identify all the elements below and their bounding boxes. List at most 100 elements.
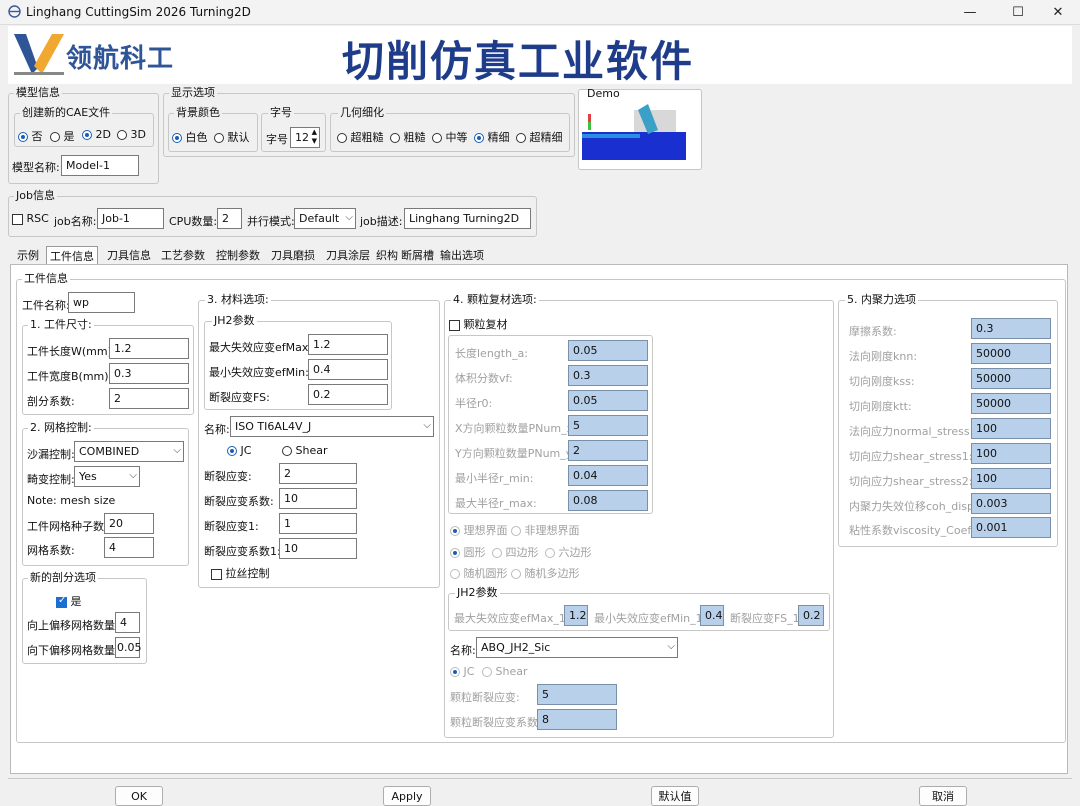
efmax-input[interactable]: 1.2: [308, 334, 388, 355]
workpiece-info-label: 工件信息: [22, 272, 70, 285]
length-input[interactable]: 1.2: [109, 338, 189, 359]
mesh-seed-input[interactable]: 20: [104, 513, 154, 534]
material-name-select[interactable]: ISO TI6AL4V_J ⌵: [230, 416, 434, 437]
logo-text: 领航科工: [66, 44, 175, 74]
workpiece-size-label: 1. 工件尺寸:: [28, 318, 94, 331]
kss-input[interactable]: 50000: [971, 368, 1051, 389]
random-polygon-radio[interactable]: 随机多边形: [511, 565, 580, 581]
job-desc-input[interactable]: Linghang Turning2D: [404, 208, 531, 229]
pnum-y-input[interactable]: 2: [568, 440, 648, 461]
iface-ideal-radio[interactable]: 理想界面: [450, 522, 508, 538]
random-circle-radio[interactable]: 随机圆形: [450, 565, 508, 581]
apply-button[interactable]: Apply: [383, 786, 431, 806]
radio-icon: [482, 667, 492, 677]
ktt-input[interactable]: 50000: [971, 393, 1051, 414]
fracture-strain1-input[interactable]: 1: [279, 513, 357, 534]
tab-output[interactable]: 输出选项: [437, 246, 487, 264]
shear-stress1-input[interactable]: 100: [971, 443, 1051, 464]
tab-tool-coating[interactable]: 刀具涂层: [323, 246, 373, 264]
particle-model-shear[interactable]: Shear: [482, 665, 528, 678]
geom-option-very-fine[interactable]: 超精细: [516, 129, 563, 145]
shape-hex-radio[interactable]: 六边形: [545, 544, 592, 560]
fracture-strain-coef-input[interactable]: 10: [279, 488, 357, 509]
fs-input[interactable]: 0.2: [308, 384, 388, 405]
cae-option-2d[interactable]: 2D: [82, 128, 111, 141]
checkbox-icon: [56, 595, 67, 608]
spin-arrows-icon[interactable]: ▲ ▼: [312, 128, 317, 146]
wire-control-checkbox[interactable]: 拉丝控制: [211, 565, 270, 581]
particle-fracture-coef-input[interactable]: 8: [537, 709, 617, 730]
material-model-shear[interactable]: Shear: [282, 444, 328, 457]
close-button[interactable]: ✕: [1036, 0, 1080, 24]
model-name-input[interactable]: Model-1: [61, 155, 139, 176]
tab-workpiece[interactable]: 工件信息: [46, 246, 98, 265]
coh-disp-input[interactable]: 0.003: [971, 493, 1051, 514]
geom-option-fine[interactable]: 精细: [474, 129, 510, 145]
cae-option-no[interactable]: 否: [18, 128, 43, 144]
hourglass-select[interactable]: COMBINED ⌵: [74, 441, 184, 462]
r-max-input[interactable]: 0.08: [568, 490, 648, 511]
fs1-input[interactable]: 0.2: [798, 605, 824, 626]
particle-composite-checkbox[interactable]: 颗粒复材: [449, 316, 508, 332]
tab-texture[interactable]: 织构: [373, 246, 401, 264]
knn-input[interactable]: 50000: [971, 343, 1051, 364]
bg-option-white[interactable]: 白色: [172, 129, 208, 145]
geom-option-very-coarse[interactable]: 超粗糙: [337, 129, 384, 145]
geom-option-coarse[interactable]: 粗糙: [390, 129, 426, 145]
division-coef-input[interactable]: 2: [109, 388, 189, 409]
cpu-count-input[interactable]: 2: [217, 208, 242, 229]
tab-control[interactable]: 控制参数: [213, 246, 263, 264]
demo-preview-image: [582, 104, 686, 160]
width-input[interactable]: 0.3: [109, 363, 189, 384]
fracture-strain-coef1-input[interactable]: 10: [279, 538, 357, 559]
particle-name-label: 名称:: [450, 644, 476, 657]
mesh-coef-input[interactable]: 4: [104, 537, 154, 558]
banner-title: 切削仿真工业软件: [342, 37, 695, 86]
efmin1-input[interactable]: 0.4: [700, 605, 724, 626]
rsc-checkbox[interactable]: RSC: [12, 212, 49, 225]
geom-option-medium[interactable]: 中等: [432, 129, 468, 145]
cancel-button[interactable]: 取消: [919, 786, 967, 806]
offset-down-input[interactable]: 0.05: [115, 637, 142, 658]
bg-option-default[interactable]: 默认: [214, 129, 250, 145]
cae-option-yes[interactable]: 是: [50, 128, 75, 144]
minimize-button[interactable]: —: [948, 0, 992, 24]
ok-button[interactable]: OK: [115, 786, 163, 806]
shape-circle-radio[interactable]: 圆形: [450, 544, 486, 560]
particle-fracture-input[interactable]: 5: [537, 684, 617, 705]
tab-tool-wear[interactable]: 刀具磨损: [268, 246, 318, 264]
tab-example[interactable]: 示例: [14, 246, 42, 264]
default-button[interactable]: 默认值: [651, 786, 699, 806]
shear-stress2-input[interactable]: 100: [971, 468, 1051, 489]
vf-input[interactable]: 0.3: [568, 365, 648, 386]
normal-stress-input[interactable]: 100: [971, 418, 1051, 439]
cae-option-3d[interactable]: 3D: [117, 128, 146, 141]
tab-tool[interactable]: 刀具信息: [104, 246, 154, 264]
distortion-select[interactable]: Yes ⌵: [74, 466, 140, 487]
efmin-input[interactable]: 0.4: [308, 359, 388, 380]
radius-r0-input[interactable]: 0.05: [568, 390, 648, 411]
font-size-spinbox[interactable]: 12 ▲ ▼: [290, 127, 320, 148]
workpiece-name-input[interactable]: wp: [68, 292, 135, 313]
fracture-strain-coef1-label: 断裂应变系数1:: [204, 545, 281, 558]
length-a-input[interactable]: 0.05: [568, 340, 648, 361]
offset-down-label: 向下偏移网格数量:: [27, 644, 119, 657]
tab-process[interactable]: 工艺参数: [158, 246, 208, 264]
parallel-mode-select[interactable]: Default ⌵: [294, 208, 356, 229]
material-model-jc[interactable]: JC: [227, 444, 251, 457]
r-min-input[interactable]: 0.04: [568, 465, 648, 486]
friction-input[interactable]: 0.3: [971, 318, 1051, 339]
viscosity-input[interactable]: 0.001: [971, 517, 1051, 538]
offset-up-input[interactable]: 4: [115, 612, 140, 633]
job-name-input[interactable]: Job-1: [97, 208, 164, 229]
particle-name-select[interactable]: ABQ_JH2_Sic ⌵: [476, 637, 678, 658]
fracture-strain-input[interactable]: 2: [279, 463, 357, 484]
maximize-button[interactable]: ☐: [996, 0, 1040, 24]
pnum-x-input[interactable]: 5: [568, 415, 648, 436]
tab-chip-breaker[interactable]: 断屑槽: [398, 246, 437, 264]
shape-quad-radio[interactable]: 四边形: [492, 544, 539, 560]
iface-nonideal-radio[interactable]: 非理想界面: [511, 522, 580, 538]
efmax1-input[interactable]: 1.2: [564, 605, 588, 626]
new-division-checkbox[interactable]: 是: [56, 593, 82, 609]
particle-model-jc[interactable]: JC: [450, 665, 474, 678]
